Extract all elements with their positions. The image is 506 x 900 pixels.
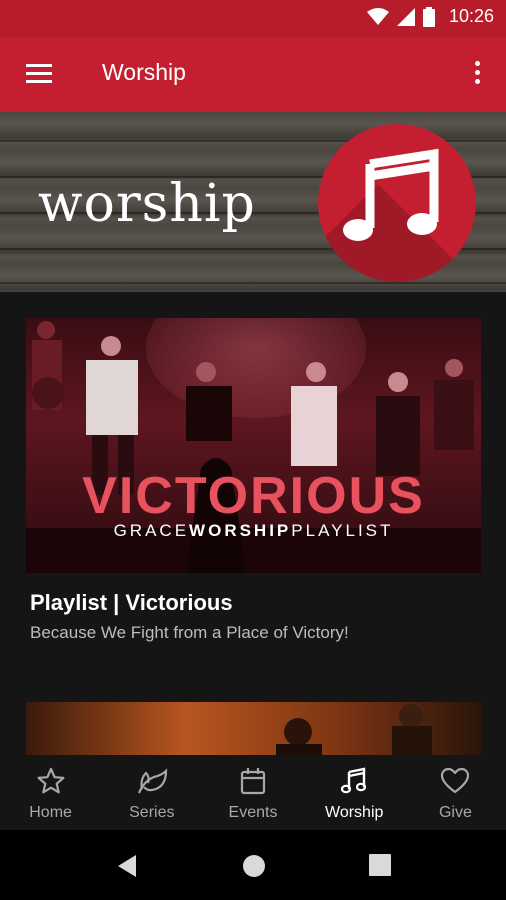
nav-give[interactable]: Give [405, 755, 506, 830]
playlist-card-title[interactable]: Playlist | Victorious [30, 590, 233, 616]
subtitle-playlist: PLAYLIST [291, 521, 394, 540]
next-card-image[interactable] [26, 702, 481, 755]
heart-icon [441, 767, 470, 794]
status-icons: 10:26 [366, 6, 494, 27]
music-note-icon [343, 148, 439, 241]
battery-icon [422, 6, 435, 27]
nav-home-label: Home [29, 804, 72, 821]
nav-give-label: Give [438, 804, 472, 821]
content-feed[interactable]: VICTORIOUS GRACEWORSHIPPLAYLIST Playlist… [0, 292, 506, 755]
playlist-image-title: VICTORIOUS [82, 467, 425, 525]
music-note-icon [341, 767, 367, 794]
nav-events[interactable]: Events [202, 755, 303, 830]
nav-home[interactable]: Home [0, 755, 101, 830]
menu-icon[interactable] [24, 61, 54, 87]
back-icon[interactable] [116, 854, 138, 878]
system-navigation-bar [0, 830, 506, 900]
status-bar: 10:26 [0, 0, 506, 37]
page-title: Worship [102, 59, 186, 85]
star-icon [37, 767, 65, 794]
nav-worship-label: Worship [325, 804, 384, 821]
status-time: 10:26 [448, 6, 494, 26]
playlist-card-subtitle: Because We Fight from a Place of Victory… [30, 623, 349, 642]
calendar-icon [240, 768, 266, 795]
nav-series[interactable]: Series [101, 755, 202, 830]
nav-series-label: Series [129, 804, 175, 821]
subtitle-grace: GRACE [113, 521, 190, 540]
nav-events-label: Events [228, 804, 278, 821]
subtitle-worship: WORSHIP [189, 521, 292, 540]
bottom-navigation: Home Series Events Worship Give [0, 755, 506, 830]
signal-icon [396, 7, 415, 26]
home-circle-icon[interactable] [242, 854, 266, 878]
app-bar: Worship [0, 37, 506, 112]
more-options-icon[interactable] [470, 61, 484, 91]
playlist-card-image[interactable]: VICTORIOUS GRACEWORSHIPPLAYLIST [26, 318, 481, 573]
worship-banner: worship [0, 112, 506, 292]
banner-text: worship [38, 174, 256, 234]
nav-worship[interactable]: Worship [304, 755, 405, 830]
playlist-image-subtitle: GRACEWORSHIPPLAYLIST [26, 521, 481, 541]
recents-square-icon[interactable] [369, 854, 391, 876]
next-card-silhouettes [276, 704, 432, 755]
music-badge [318, 124, 476, 282]
leaf-icon [137, 768, 167, 794]
wifi-icon [366, 7, 389, 25]
